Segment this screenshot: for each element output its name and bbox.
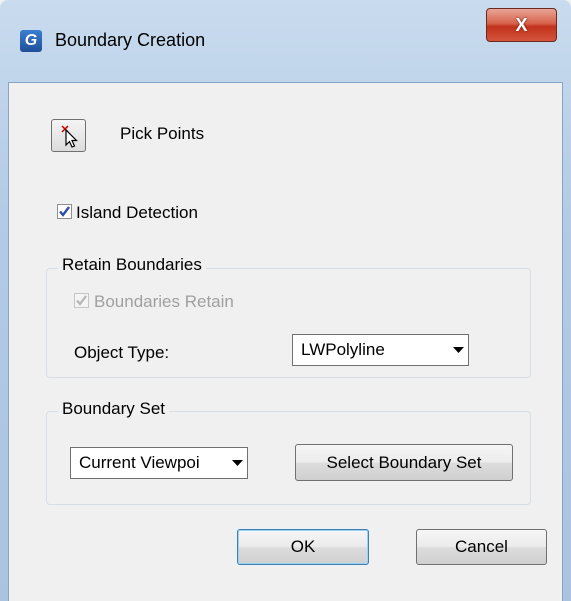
dialog-window: G Boundary Creation X Pick Points Island… (0, 0, 571, 601)
retain-boundaries-title: Retain Boundaries (58, 255, 206, 275)
boundaries-retain-label: Boundaries Retain (94, 292, 234, 311)
dialog-title: Boundary Creation (55, 30, 206, 50)
island-detection-label: Island Detection (76, 203, 198, 222)
select-boundary-set-label: Select Boundary Set (326, 452, 482, 472)
object-type-value: LWPolyline (301, 340, 385, 359)
ok-label: OK (290, 537, 316, 556)
pick-points-cursor-icon (60, 124, 78, 148)
pick-points-button[interactable] (51, 119, 86, 152)
boundaries-retain-checkbox (74, 293, 89, 308)
boundary-set-value: Current Viewpoi (79, 453, 200, 472)
pick-points-label: Pick Points (120, 124, 205, 143)
checkmark-icon (59, 206, 70, 217)
chevron-down-icon (448, 346, 468, 354)
close-icon: X (515, 14, 528, 35)
chevron-down-icon (227, 459, 247, 467)
checkmark-icon (76, 295, 87, 306)
close-button[interactable]: X (486, 8, 557, 42)
object-type-dropdown[interactable]: LWPolyline (292, 334, 469, 366)
object-type-label: Object Type: (74, 343, 170, 362)
cancel-label: Cancel (455, 537, 508, 556)
boundary-set-dropdown[interactable]: Current Viewpoi (70, 447, 248, 479)
cancel-button[interactable]: Cancel (416, 529, 547, 565)
ok-button[interactable]: OK (237, 529, 369, 565)
island-detection-checkbox[interactable] (57, 204, 72, 219)
select-boundary-set-button[interactable]: Select Boundary Set (295, 444, 513, 481)
app-icon: G (20, 30, 42, 52)
title-bar[interactable]: G Boundary Creation X (0, 0, 571, 82)
boundary-set-title: Boundary Set (58, 399, 170, 419)
